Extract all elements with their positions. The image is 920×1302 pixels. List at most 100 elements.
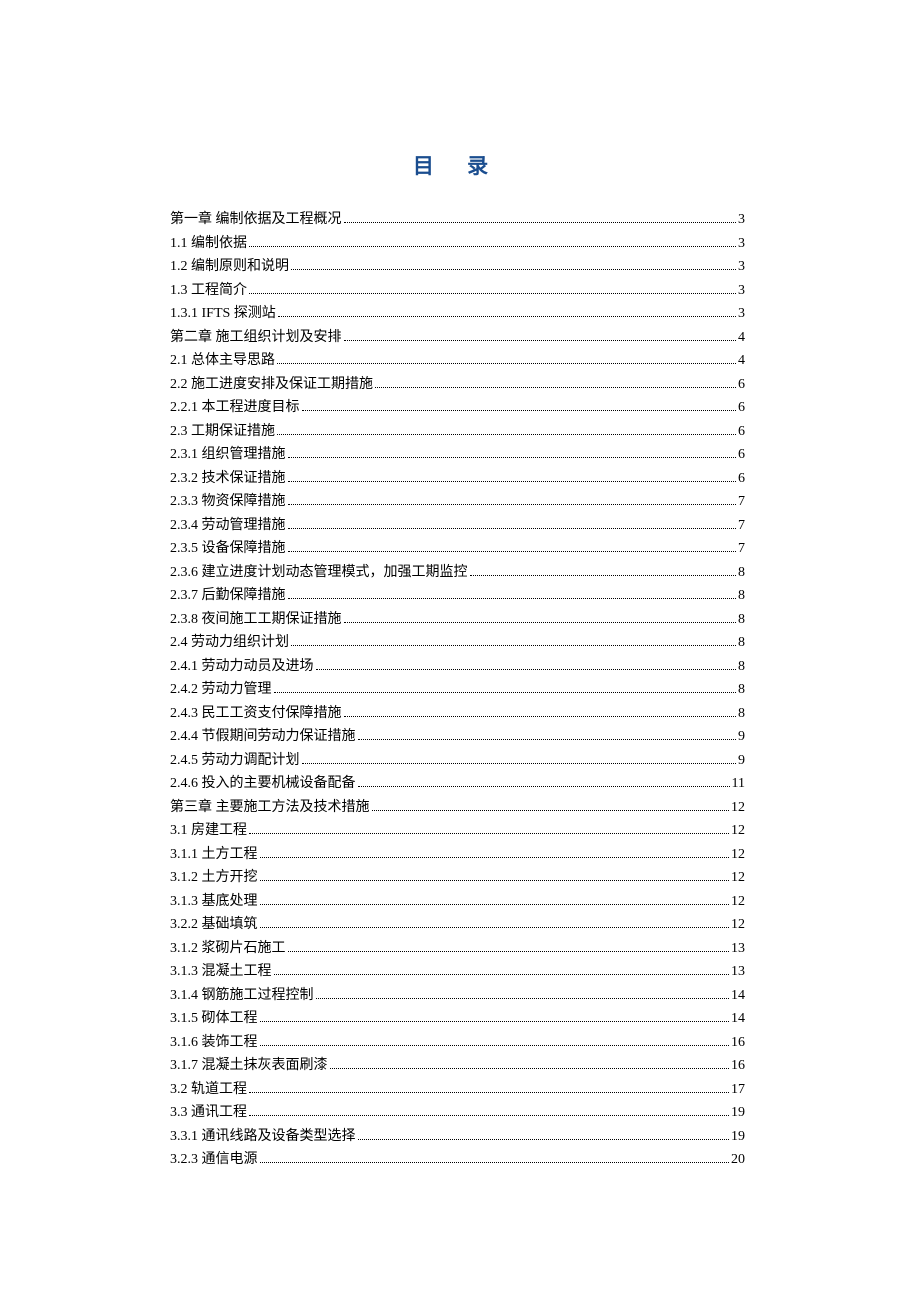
toc-entry: 2.4 劳动力组织计划8 (170, 631, 745, 655)
toc-entry-page: 12 (731, 796, 745, 820)
toc-entry: 2.4.1 劳动力动员及进场8 (170, 655, 745, 679)
toc-entry-label: 2.4.1 劳动力动员及进场 (170, 655, 314, 679)
toc-entry: 3.1 房建工程12 (170, 819, 745, 843)
toc-entry: 2.3.5 设备保障措施 7 (170, 537, 745, 561)
toc-leader-dots (249, 1115, 729, 1116)
toc-leader-dots (302, 410, 737, 411)
toc-entry-label: 3.1.2 土方开挖 (170, 866, 258, 890)
toc-entry-label: 2.4.4 节假期间劳动力保证措施 (170, 725, 356, 749)
toc-entry-page: 11 (732, 772, 745, 796)
toc-entry-label: 1.2 编制原则和说明 (170, 255, 289, 279)
toc-entry-page: 3 (738, 279, 745, 303)
toc-entry-page: 7 (738, 514, 745, 538)
toc-leader-dots (358, 1139, 730, 1140)
toc-entry-label: 2.3.7 后勤保障措施 (170, 584, 286, 608)
toc-entry-label: 1.3.1 IFTS 探测站 (170, 302, 276, 326)
toc-entry: 1.3 工程简介3 (170, 279, 745, 303)
toc-leader-dots (291, 645, 736, 646)
toc-leader-dots (260, 927, 730, 928)
toc-leader-dots (288, 951, 730, 952)
toc-entry-label: 2.3.8 夜间施工工期保证措施 (170, 608, 342, 632)
toc-entry-label: 3.1.6 装饰工程 (170, 1031, 258, 1055)
toc-entry-page: 3 (738, 302, 745, 326)
toc-title: 目 录 (170, 150, 745, 180)
toc-entry-page: 9 (738, 725, 745, 749)
toc-entry: 2.4.5 劳动力调配计划 9 (170, 749, 745, 773)
toc-entry-page: 14 (731, 984, 745, 1008)
toc-entry-page: 12 (731, 913, 745, 937)
toc-entry-page: 6 (738, 420, 745, 444)
toc-entry: 3.1.5 砌体工程14 (170, 1007, 745, 1031)
toc-entry: 3.2 轨道工程17 (170, 1078, 745, 1102)
toc-entry: 3.1.3 混凝土工程13 (170, 960, 745, 984)
toc-entry-page: 12 (731, 843, 745, 867)
toc-leader-dots (372, 810, 730, 811)
toc-leader-dots (260, 1045, 730, 1046)
toc-entry-page: 3 (738, 255, 745, 279)
toc-entry-page: 8 (738, 561, 745, 585)
toc-entry-label: 2.4.3 民工工资支付保障措施 (170, 702, 342, 726)
toc-entry: 1.3.1 IFTS 探测站 3 (170, 302, 745, 326)
toc-entry-label: 第一章 编制依据及工程概况 (170, 208, 342, 232)
toc-entry: 1.1 编制依据3 (170, 232, 745, 256)
toc-entry-page: 17 (731, 1078, 745, 1102)
toc-entry: 3.1.4 钢筋施工过程控制14 (170, 984, 745, 1008)
toc-leader-dots (344, 222, 737, 223)
toc-entry: 2.3.2 技术保证措施6 (170, 467, 745, 491)
toc-entry-label: 2.4.2 劳动力管理 (170, 678, 272, 702)
toc-entry: 第三章 主要施工方法及技术措施12 (170, 796, 745, 820)
toc-leader-dots (288, 481, 737, 482)
toc-entry-page: 8 (738, 608, 745, 632)
toc-entry: 2.3.6 建立进度计划动态管理模式，加强工期监控 8 (170, 561, 745, 585)
toc-entry-page: 6 (738, 396, 745, 420)
toc-entry: 2.2.1 本工程进度目标6 (170, 396, 745, 420)
toc-entry-label: 第二章 施工组织计划及安排 (170, 326, 342, 350)
toc-entry: 3.3 通讯工程19 (170, 1101, 745, 1125)
toc-entry: 2.3.1 组织管理措施6 (170, 443, 745, 467)
toc-entry: 2.2 施工进度安排及保证工期措施6 (170, 373, 745, 397)
toc-entry-page: 4 (738, 349, 745, 373)
toc-entry-label: 3.1.7 混凝土抹灰表面刷漆 (170, 1054, 328, 1078)
toc-entry: 2.3.8 夜间施工工期保证措施 8 (170, 608, 745, 632)
toc-entry-page: 7 (738, 490, 745, 514)
toc-entry-label: 3.1.3 基底处理 (170, 890, 258, 914)
toc-entry-label: 3.2.3 通信电源 (170, 1148, 258, 1172)
toc-leader-dots (260, 880, 730, 881)
toc-entry: 2.1 总体主导思路4 (170, 349, 745, 373)
toc-entry: 3.1.2 浆砌片石施工13 (170, 937, 745, 961)
toc-leader-dots (316, 998, 730, 999)
toc-leader-dots (260, 904, 730, 905)
toc-entry: 3.1.7 混凝土抹灰表面刷漆16 (170, 1054, 745, 1078)
toc-leader-dots (260, 857, 730, 858)
toc-leader-dots (249, 1092, 729, 1093)
toc-entry: 2.4.4 节假期间劳动力保证措施 9 (170, 725, 745, 749)
toc-entry-page: 12 (731, 819, 745, 843)
toc-entry: 第一章 编制依据及工程概况3 (170, 208, 745, 232)
toc-entry: 2.3 工期保证措施6 (170, 420, 745, 444)
toc-entry-label: 3.2.2 基础填筑 (170, 913, 258, 937)
toc-leader-dots (344, 716, 737, 717)
toc-entry-page: 13 (731, 937, 745, 961)
toc-entry: 2.4.2 劳动力管理8 (170, 678, 745, 702)
toc-leader-dots (274, 692, 737, 693)
toc-leader-dots (249, 293, 736, 294)
toc-entry: 第二章 施工组织计划及安排4 (170, 326, 745, 350)
toc-entry-page: 3 (738, 232, 745, 256)
toc-entry-label: 2.4.6 投入的主要机械设备配备 (170, 772, 356, 796)
toc-leader-dots (344, 622, 737, 623)
toc-entry-label: 2.3.6 建立进度计划动态管理模式，加强工期监控 (170, 561, 468, 585)
toc-entry: 3.2.3 通信电源 20 (170, 1148, 745, 1172)
toc-entry-label: 2.4.5 劳动力调配计划 (170, 749, 300, 773)
toc-leader-dots (274, 974, 730, 975)
toc-leader-dots (278, 316, 736, 317)
toc-leader-dots (277, 363, 736, 364)
toc-entry-page: 9 (738, 749, 745, 773)
toc-leader-dots (288, 528, 737, 529)
toc-leader-dots (288, 457, 737, 458)
toc-entry-label: 2.3.5 设备保障措施 (170, 537, 286, 561)
toc-entry: 2.3.7 后勤保障措施8 (170, 584, 745, 608)
toc-entry: 2.3.3 物资保障措施7 (170, 490, 745, 514)
toc-entry-page: 8 (738, 702, 745, 726)
toc-entry-page: 7 (738, 537, 745, 561)
toc-entry: 3.1.6 装饰工程16 (170, 1031, 745, 1055)
